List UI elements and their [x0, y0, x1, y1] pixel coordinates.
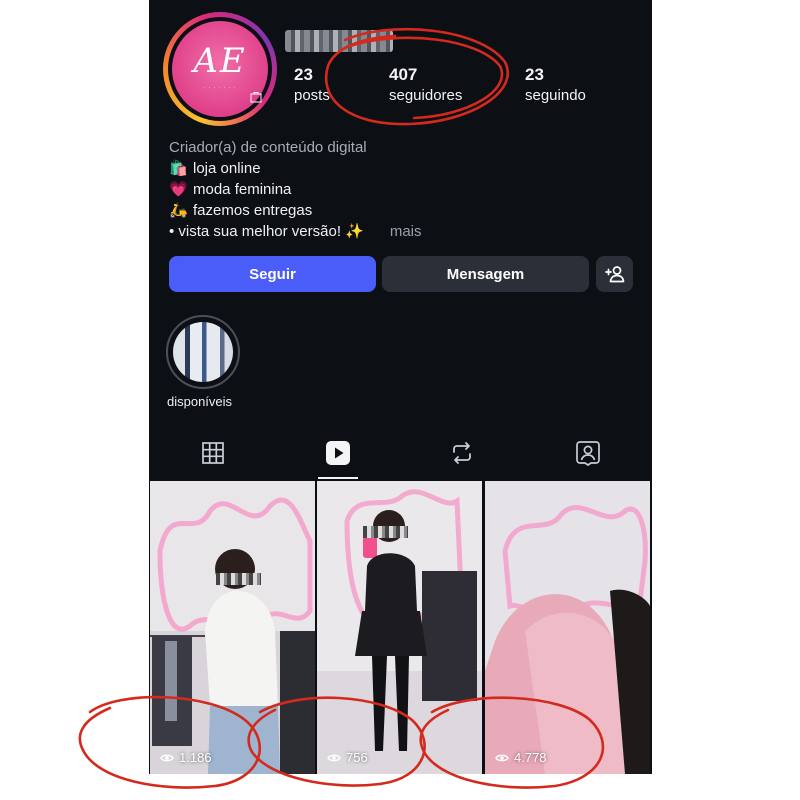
message-label: Mensagem [446, 265, 525, 283]
eye-icon [495, 754, 509, 761]
tab-tagged[interactable] [573, 438, 603, 468]
reel-thumbnail[interactable]: 4.778 [485, 481, 650, 774]
tab-grid[interactable] [198, 438, 228, 468]
tagged-icon [576, 441, 600, 466]
reposts-icon [453, 442, 471, 464]
blurred-face [363, 526, 408, 538]
shopping-bags-icon: 🛍️ [169, 160, 188, 177]
posts-count: 23 [294, 65, 313, 84]
reel-thumbnail[interactable]: 756 [317, 481, 482, 774]
grid-icon [202, 442, 224, 464]
scooter-icon: 🛵 [169, 202, 188, 219]
followers-stat[interactable]: 407 seguidores [389, 65, 462, 104]
eye-icon [160, 754, 174, 761]
brand-logo: AE · · · · · · · [172, 21, 268, 117]
message-button[interactable]: Mensagem [382, 256, 589, 292]
bio-line: 🛵 fazemos entregas [169, 200, 422, 221]
more-link[interactable]: mais [390, 223, 422, 240]
reel-views: 1.186 [160, 750, 212, 765]
followers-label: seguidores [389, 87, 463, 104]
tab-reposts[interactable] [447, 438, 477, 468]
blurred-face [216, 573, 261, 585]
profile-bio: Criador(a) de conteúdo digital 🛍️ loja on… [169, 137, 422, 242]
story-highlight[interactable] [166, 315, 240, 389]
highlight-thumbnail [173, 322, 233, 382]
active-tab-indicator [318, 477, 358, 479]
followers-count: 407 [389, 65, 418, 84]
highlight-label: disponíveis [167, 394, 233, 409]
bio-category: Criador(a) de conteúdo digital [169, 139, 367, 156]
reels-icon [326, 441, 350, 465]
bio-line-text: loja online [193, 160, 261, 177]
add-person-icon [604, 266, 624, 283]
reel-image [317, 481, 482, 774]
reel-views: 4.778 [495, 750, 547, 765]
reel-views: 756 [327, 750, 368, 765]
bio-line: 🛍️ loja online [169, 158, 422, 179]
bio-line-text: fazemos entregas [193, 202, 313, 219]
heart-icon: 💗 [169, 181, 188, 198]
bio-line: • vista sua melhor versão! ✨ mais [169, 221, 422, 242]
following-label: seguindo [525, 87, 586, 104]
bio-line-text: • vista sua melhor versão! ✨ [169, 223, 364, 240]
following-count: 23 [525, 65, 544, 84]
posts-stat[interactable]: 23 posts [294, 65, 330, 104]
tab-reels[interactable] [323, 438, 353, 468]
profile-avatar[interactable]: AE · · · · · · · [163, 12, 277, 126]
views-count: 4.778 [514, 750, 547, 765]
eye-icon [327, 754, 341, 761]
reel-thumbnail[interactable]: 1.186 [150, 481, 315, 774]
follow-button[interactable]: Seguir [169, 256, 376, 292]
posts-label: posts [294, 87, 330, 104]
reel-image [150, 481, 315, 774]
views-count: 1.186 [179, 750, 212, 765]
views-count: 756 [346, 750, 368, 765]
blurred-username [285, 30, 393, 52]
suggest-user-button[interactable] [596, 256, 633, 292]
follow-label: Seguir [249, 265, 296, 283]
bio-line: 💗 moda feminina [169, 179, 422, 200]
profile-screen: AE · · · · · · · 23 posts 407 seguidores… [149, 0, 652, 774]
bio-line-text: moda feminina [193, 181, 292, 198]
reel-image [485, 481, 650, 774]
logo-text: AE [193, 41, 247, 81]
following-stat[interactable]: 23 seguindo [525, 65, 586, 104]
